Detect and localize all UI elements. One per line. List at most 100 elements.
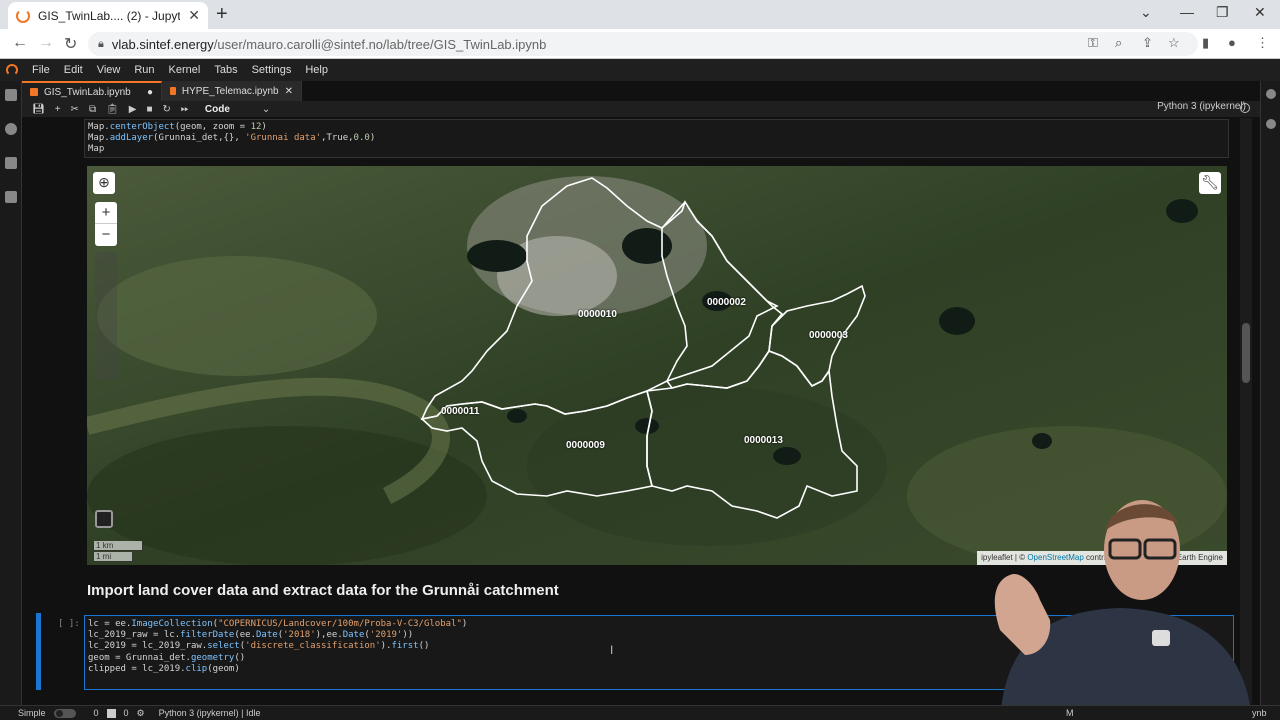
code-token: (geom): [207, 663, 240, 674]
jupyter-logo-icon: [6, 64, 18, 76]
zoom-in-button[interactable]: +: [95, 202, 117, 224]
catchment-label: 0000010: [578, 309, 617, 320]
layers-toggle-icon[interactable]: [95, 510, 113, 528]
menu-settings[interactable]: Settings: [252, 64, 292, 76]
close-tab-icon[interactable]: ✕: [188, 7, 200, 24]
menu-run[interactable]: Run: [134, 64, 154, 76]
share-icon[interactable]: ⇪: [1142, 35, 1153, 51]
wrench-icon[interactable]: 🔧︎: [1199, 172, 1221, 194]
bookmark-star-icon[interactable]: ☆: [1168, 35, 1180, 51]
code-token: (): [418, 641, 430, 652]
catchment-label: 0000002: [707, 297, 746, 308]
kernel-count[interactable]: 0: [124, 708, 129, 718]
reload-icon[interactable]: ↻: [64, 34, 77, 54]
active-cell-indicator[interactable]: [36, 613, 41, 690]
code-token: ): [369, 133, 376, 144]
scale-km: 1 km: [93, 541, 143, 551]
debugger-icon[interactable]: [1265, 119, 1276, 129]
zoom-control: + −: [95, 202, 117, 246]
code-token: (geom, zoom =: [174, 122, 251, 132]
tab-search-icon[interactable]: ⌄: [1140, 4, 1152, 21]
notebook-icon: [170, 87, 176, 95]
code-token: ): [261, 122, 267, 132]
simple-mode-toggle[interactable]: [53, 708, 76, 718]
draw-toolbar[interactable]: [95, 252, 117, 380]
copy-icon[interactable]: ⧉: [89, 104, 96, 115]
code-token: ): [461, 619, 468, 629]
presenter-webcam: [994, 500, 1252, 720]
restart-icon[interactable]: ↻: [163, 104, 171, 115]
browser-tab[interactable]: GIS_TwinLab.... (2) - JupyterLab ✕: [8, 2, 208, 29]
kernel-status-icon: [1240, 103, 1250, 113]
cell-type-select[interactable]: Code: [205, 104, 230, 115]
address-bar-row: ← → ↻ 🔒︎ vlab.sintef.energy/user/mauro.c…: [0, 29, 1280, 59]
kernel-status[interactable]: Python 3 (ipykernel) | Idle: [159, 708, 261, 718]
toc-icon[interactable]: [4, 157, 17, 169]
doc-tab-hype-telemac[interactable]: HYPE_Telemac.ipynb ✕: [162, 81, 302, 101]
code-token: lc = ee.: [88, 619, 132, 629]
text-cursor-icon: I: [610, 643, 614, 657]
save-icon[interactable]: 💾︎: [32, 104, 45, 115]
code-token: '2018': [283, 630, 316, 641]
insert-cell-icon[interactable]: +: [55, 104, 61, 115]
menu-kernel[interactable]: Kernel: [169, 64, 201, 76]
sidepanel-icon[interactable]: ▮: [1202, 35, 1209, 51]
url-field[interactable]: 🔒︎ vlab.sintef.energy/user/mauro.carolli…: [88, 32, 1198, 56]
forward-icon[interactable]: →: [38, 34, 54, 52]
maximize-icon[interactable]: ❐: [1216, 4, 1229, 21]
jupyter-favicon-icon: [16, 8, 30, 23]
menu-file[interactable]: File: [32, 64, 50, 76]
scale-mi: 1 mi: [93, 552, 133, 562]
key-icon[interactable]: ⚿: [1088, 35, 1098, 51]
cut-icon[interactable]: ✂: [71, 104, 79, 115]
running-icon[interactable]: [4, 123, 17, 135]
menu-help[interactable]: Help: [305, 64, 328, 76]
code-cell-map[interactable]: Map.centerObject(geom, zoom = 12) Map.ad…: [84, 119, 1229, 158]
fast-forward-icon[interactable]: ⏩︎: [181, 104, 189, 115]
code-token: ),ee.: [315, 630, 343, 641]
close-window-icon[interactable]: ✕: [1254, 4, 1266, 21]
close-icon[interactable]: ✕: [285, 86, 293, 97]
code-token: Map: [88, 144, 105, 155]
folder-icon[interactable]: [4, 89, 17, 101]
property-inspector-icon[interactable]: [1265, 89, 1276, 99]
code-token: lc_2019_raw = lc.: [88, 630, 181, 641]
catchment-label: 0000011: [441, 406, 480, 417]
doc-tab-gis-twinlab[interactable]: GIS_TwinLab.ipynb ●: [22, 81, 162, 101]
back-icon[interactable]: ←: [12, 34, 28, 52]
menu-edit[interactable]: Edit: [64, 64, 83, 76]
code-token: 12: [250, 122, 262, 132]
paste-icon[interactable]: 📋︎: [106, 104, 119, 115]
doc-tab-label: GIS_TwinLab.ipynb: [44, 86, 131, 98]
browser-menu-icon[interactable]: ⋮: [1256, 35, 1269, 51]
browser-tab-strip: GIS_TwinLab.... (2) - JupyterLab ✕ + ⌄ —…: [0, 0, 1280, 29]
code-token: 'Grunnai data': [245, 133, 322, 144]
zoom-icon[interactable]: ⌕: [1115, 35, 1122, 51]
chevron-down-icon[interactable]: ⌄: [262, 104, 270, 115]
minimize-icon[interactable]: —: [1180, 4, 1194, 20]
scrollbar-thumb[interactable]: [1242, 323, 1250, 383]
terminal-count[interactable]: 0: [94, 708, 99, 718]
browser-tab-title: GIS_TwinLab.... (2) - JupyterLab: [38, 8, 181, 23]
kernel-name[interactable]: Python 3 (ipykernel): [1157, 101, 1246, 112]
notebook-icon: [30, 88, 38, 96]
run-icon[interactable]: ▶: [129, 104, 137, 115]
code-token: 'discrete_classification': [245, 641, 381, 652]
url-path: /user/mauro.carolli@sintef.no/lab/tree/G…: [213, 36, 547, 52]
menu-tabs[interactable]: Tabs: [214, 64, 237, 76]
mode-label: Simple: [18, 708, 46, 718]
profile-avatar-icon[interactable]: ●: [1228, 35, 1236, 50]
code-token: ).: [380, 641, 392, 652]
extension-icon[interactable]: [4, 191, 17, 203]
unsaved-dot-icon[interactable]: ●: [147, 87, 153, 98]
new-tab-button[interactable]: +: [216, 3, 228, 26]
status-right-text: M: [1066, 708, 1074, 718]
code-token: (): [234, 652, 246, 663]
stop-icon[interactable]: ■: [146, 104, 152, 115]
zoom-out-button[interactable]: −: [95, 224, 117, 246]
doc-tab-label: HYPE_Telemac.ipynb: [181, 85, 279, 97]
menu-view[interactable]: View: [97, 64, 121, 76]
code-token: clip: [185, 663, 208, 674]
code-token: )): [402, 630, 414, 641]
globe-layer-icon[interactable]: ⊕: [93, 172, 115, 194]
